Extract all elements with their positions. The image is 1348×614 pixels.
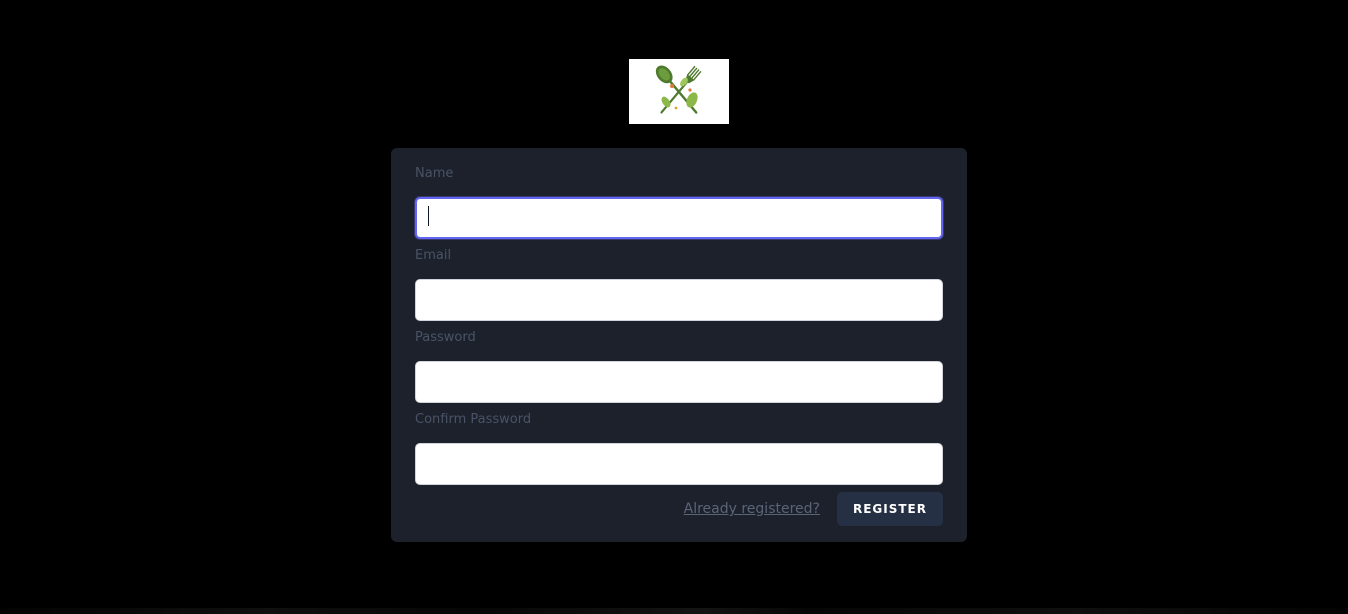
name-input[interactable] bbox=[415, 197, 943, 239]
text-caret bbox=[428, 206, 429, 226]
register-button[interactable]: Register bbox=[836, 492, 943, 526]
register-page: Name Email Password Confirm Password Alr… bbox=[0, 0, 1348, 614]
confirm-password-label: Confirm Password bbox=[415, 412, 532, 427]
spoon-fork-leaves-icon bbox=[655, 64, 702, 114]
register-form: Name Email Password Confirm Password Alr… bbox=[391, 148, 967, 542]
already-registered-link[interactable]: Already registered? bbox=[684, 501, 820, 517]
password-field-group: Password bbox=[415, 329, 943, 403]
email-label: Email bbox=[415, 248, 452, 263]
confirm-password-field-group: Confirm Password bbox=[415, 411, 943, 485]
password-label: Password bbox=[415, 330, 476, 345]
email-input[interactable] bbox=[415, 279, 943, 321]
email-field-group: Email bbox=[415, 247, 943, 321]
name-field-group: Name bbox=[415, 165, 943, 239]
page-bottom-edge bbox=[0, 608, 1348, 614]
form-actions: Already registered? Register bbox=[684, 492, 943, 526]
confirm-password-input[interactable] bbox=[415, 443, 943, 485]
password-input[interactable] bbox=[415, 361, 943, 403]
name-label: Name bbox=[415, 166, 454, 181]
app-logo[interactable] bbox=[629, 59, 729, 124]
